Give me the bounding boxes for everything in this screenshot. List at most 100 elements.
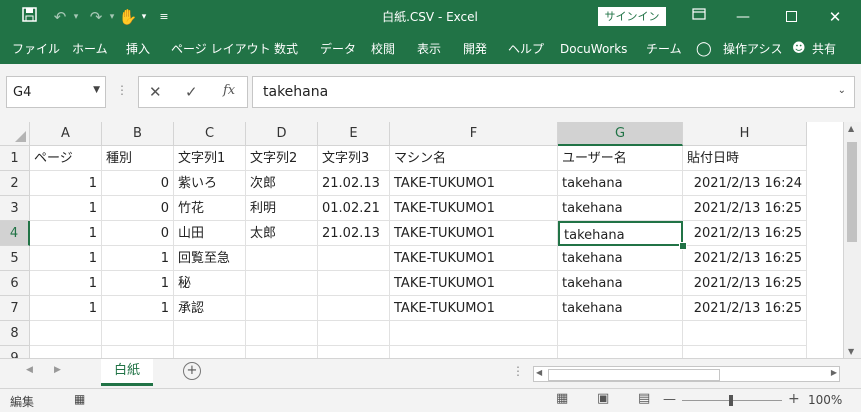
tab-file[interactable]: ファイル [12,34,60,64]
spreadsheet-grid[interactable]: A B C D E F G H 1 ページ 種別 文字列1 文字列2 文字列3 マシン名 ユーザー名 貼付日時 2… [0,122,843,358]
share-button[interactable]: 共有 [812,34,836,64]
table-cell[interactable]: 0 [102,196,174,221]
more-options-icon[interactable]: ⋮ [512,364,524,378]
table-cell[interactable]: 0 [102,221,174,246]
table-cell[interactable]: 21.02.13 [318,171,390,196]
column-header[interactable]: B [102,122,174,146]
scroll-right-icon[interactable]: ▶ [831,368,837,377]
column-header[interactable]: C [174,122,246,146]
table-cell[interactable] [318,296,390,321]
table-cell[interactable]: 01.02.21 [318,196,390,221]
table-cell[interactable] [246,296,318,321]
signin-button[interactable]: サインイン [598,7,666,26]
table-cell[interactable]: ユーザー名 [558,146,683,171]
normal-view-icon[interactable]: ▦ [556,391,568,406]
table-cell[interactable] [390,321,558,346]
close-icon[interactable]: ✕ [822,0,848,34]
zoom-level[interactable]: 100% [808,393,842,407]
table-cell[interactable]: takehana [558,271,683,296]
row-header[interactable]: 4 [0,221,30,246]
tab-developer[interactable]: 開発 [463,34,487,64]
tab-formulas[interactable]: 数式 [274,34,298,64]
table-cell[interactable]: 1 [30,296,102,321]
row-header[interactable]: 3 [0,196,30,221]
scroll-down-icon[interactable]: ▼ [848,347,854,356]
undo-dropdown-icon[interactable]: ▾ [70,0,82,34]
table-cell[interactable]: 貼付日時 [683,146,807,171]
page-break-view-icon[interactable]: ▤ [638,391,650,406]
minimize-icon[interactable]: — [730,0,756,34]
table-cell[interactable]: TAKE-TUKUMO1 [390,196,558,221]
table-cell[interactable]: 太郎 [246,221,318,246]
table-cell[interactable] [246,321,318,346]
tab-help[interactable]: ヘルプ [508,34,544,64]
table-cell[interactable] [102,346,174,358]
add-sheet-icon[interactable]: + [183,362,201,380]
table-cell[interactable]: 紫いろ [174,171,246,196]
table-cell[interactable]: マシン名 [390,146,558,171]
chevron-down-icon[interactable]: ▼ [93,85,100,95]
formula-bar[interactable]: takehana ⌄ [252,76,855,108]
tab-team[interactable]: チーム [646,34,682,64]
maximize-icon[interactable] [778,0,804,34]
table-cell[interactable]: 回覧至急 [174,246,246,271]
cancel-icon[interactable]: ✕ [149,83,162,101]
table-cell[interactable] [683,321,807,346]
table-cell[interactable]: 次郎 [246,171,318,196]
table-cell[interactable]: 1 [30,196,102,221]
tell-me-search[interactable]: 操作アシス [723,34,783,64]
table-cell[interactable]: 1 [30,171,102,196]
selected-cell[interactable]: takehana [558,221,683,246]
table-cell[interactable] [558,321,683,346]
table-cell[interactable]: TAKE-TUKUMO1 [390,271,558,296]
sheet-tab[interactable]: 白紙 [101,359,153,386]
tab-insert[interactable]: 挿入 [126,34,150,64]
table-cell[interactable] [318,321,390,346]
row-header[interactable]: 1 [0,146,30,171]
table-cell[interactable]: 1 [30,221,102,246]
table-cell[interactable]: 山田 [174,221,246,246]
table-cell[interactable]: takehana [558,296,683,321]
table-cell[interactable]: 文字列3 [318,146,390,171]
tab-docuworks[interactable]: DocuWorks [560,34,627,64]
table-cell[interactable]: 文字列1 [174,146,246,171]
table-cell[interactable]: 1 [30,271,102,296]
name-box[interactable]: G4 ▼ [6,76,106,108]
table-cell[interactable]: takehana [558,171,683,196]
customize-qat-icon[interactable]: ≡ [156,0,172,34]
table-cell[interactable] [174,346,246,358]
table-cell[interactable] [390,346,558,358]
scroll-up-icon[interactable]: ▲ [848,124,854,133]
table-cell[interactable]: takehana [558,246,683,271]
row-header[interactable]: 5 [0,246,30,271]
column-header[interactable]: G [558,122,683,146]
table-cell[interactable]: TAKE-TUKUMO1 [390,296,558,321]
table-cell[interactable]: 承認 [174,296,246,321]
tab-view[interactable]: 表示 [417,34,441,64]
table-cell[interactable]: 2021/2/13 16:25 [683,196,807,221]
table-cell[interactable]: 2021/2/13 16:25 [683,271,807,296]
table-cell[interactable]: TAKE-TUKUMO1 [390,171,558,196]
table-cell[interactable]: 2021/2/13 16:25 [683,296,807,321]
tab-page-layout[interactable]: ページ レイアウト [171,34,271,64]
ribbon-display-options-icon[interactable] [688,0,710,34]
horizontal-scroll-thumb[interactable] [548,369,720,381]
row-header[interactable]: 7 [0,296,30,321]
table-cell[interactable] [30,321,102,346]
table-cell[interactable]: 文字列2 [246,146,318,171]
expand-formula-bar-icon[interactable]: ⌄ [838,85,846,96]
table-cell[interactable]: 2021/2/13 16:24 [683,171,807,196]
row-header[interactable]: 8 [0,321,30,346]
prev-sheet-icon[interactable]: ◀ [26,365,33,375]
table-cell[interactable] [683,346,807,358]
column-header[interactable]: H [683,122,807,146]
table-cell[interactable] [318,246,390,271]
table-cell[interactable]: 2021/2/13 16:25 [683,221,807,246]
more-options-icon[interactable]: ⋮ [116,83,128,97]
table-cell[interactable] [174,321,246,346]
touch-dropdown-icon[interactable]: ▾ [138,0,150,34]
zoom-in-icon[interactable]: + [788,391,800,407]
table-cell[interactable]: 種別 [102,146,174,171]
table-cell[interactable] [102,321,174,346]
column-header[interactable]: A [30,122,102,146]
